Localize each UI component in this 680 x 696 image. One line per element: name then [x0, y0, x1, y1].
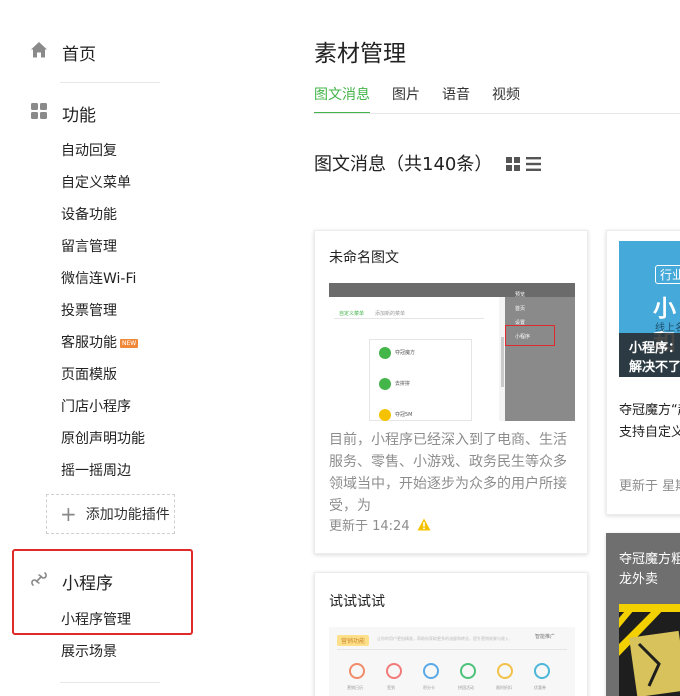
sidebar-item-page-template[interactable]: 页面模版 [61, 365, 117, 385]
new-badge: NEW [120, 339, 139, 348]
sidebar: 首页 功能 自动回复 自定义菜单 设备功能 留言管理 微信连Wi-Fi 投票管理… [0, 0, 290, 696]
sidebar-item-display-scenes[interactable]: 展示场景 [61, 642, 117, 662]
sidebar-section-functions-label: 功能 [62, 105, 96, 126]
card-title: 夺冠魔方粗 [619, 552, 680, 567]
grid-icon [30, 102, 48, 124]
sidebar-item-wifi[interactable]: 微信连Wi-Fi [61, 269, 136, 289]
tab-audio[interactable]: 语音 [442, 86, 470, 114]
card-banner: 行业 小和 线上名 小程序： 解决不了 [619, 241, 680, 377]
card-title-line-2: 支持自定义 [619, 425, 680, 440]
article-card[interactable]: 行业 小和 线上名 小程序： 解决不了 夺冠魔方“超 支持自定义 更新于 星期 [606, 230, 680, 515]
add-plugin-button[interactable]: + 添加功能插件 [46, 494, 175, 534]
list-title: 图文消息（共140条） [314, 154, 493, 175]
sidebar-item-auto-reply[interactable]: 自动回复 [61, 141, 117, 161]
article-card[interactable]: 未命名图文 自定义菜单 添加新的菜单 夺冠魔方 去拼拼 夺冠5M 预览 首页 设… [314, 230, 588, 554]
card-meta: 更新于 14:24 [329, 515, 431, 534]
article-card[interactable]: 试试试试 营销功能 让你的用户更加精准，帮助你获取更多的流量和转化，提升营销效果… [314, 572, 588, 696]
sidebar-item-store-miniprogram[interactable]: 门店小程序 [61, 397, 131, 417]
article-card[interactable]: 夺冠魔方粗 龙外卖 [606, 533, 680, 696]
sidebar-item-original-declaration[interactable]: 原创声明功能 [61, 429, 145, 449]
sidebar-section-functions[interactable]: 功能 [30, 100, 96, 126]
sidebar-item-vote[interactable]: 投票管理 [61, 301, 117, 321]
card-thumbnail: 营销功能 让你的用户更加精准，帮助你获取更多的流量和转化，提升营销效果与收入 智… [329, 627, 575, 696]
card-title-line-2: 龙外卖 [619, 572, 659, 587]
sidebar-item-comments[interactable]: 留言管理 [61, 237, 117, 257]
sidebar-item-custom-menu[interactable]: 自定义菜单 [61, 173, 131, 193]
card-digest: 目前，小程序已经深入到了电商、生活服务、零售、小游戏、政务民生等众多领域当中，开… [329, 432, 567, 514]
card-updated: 更新于 14:24 [329, 519, 410, 534]
sidebar-item-device[interactable]: 设备功能 [61, 205, 117, 225]
material-tabs: 图文消息 图片 语音 视频 [314, 86, 542, 114]
sidebar-item-customer-service[interactable]: 客服功能 NEW [61, 333, 139, 353]
sidebar-item-home[interactable]: 首页 [30, 38, 96, 66]
divider [60, 682, 160, 683]
home-icon [30, 41, 48, 63]
card-title: 试试试试 [329, 594, 385, 610]
view-toggle [506, 156, 541, 175]
list-view-icon[interactable] [526, 156, 541, 175]
sidebar-item-home-label: 首页 [62, 44, 96, 65]
card-thumbnail: 自定义菜单 添加新的菜单 夺冠魔方 去拼拼 夺冠5M 预览 首页 设置 小程序 [329, 283, 575, 421]
page-title: 素材管理 [314, 41, 406, 67]
grid-view-icon[interactable] [506, 156, 520, 175]
divider [60, 82, 160, 83]
card-updated: 更新于 星期 [619, 479, 680, 494]
plus-icon: + [60, 502, 77, 526]
divider [314, 113, 680, 114]
sidebar-item-shake[interactable]: 摇一摇周边 [61, 461, 131, 481]
sidebar-item-customer-service-label: 客服功能 [61, 335, 117, 351]
card-title: 夺冠魔方“超 [619, 403, 680, 418]
card-cover-image [619, 604, 680, 696]
tab-articles[interactable]: 图文消息 [314, 86, 370, 114]
tab-video[interactable]: 视频 [492, 86, 520, 114]
highlight-box [12, 549, 193, 635]
card-title: 未命名图文 [329, 250, 399, 266]
tab-images[interactable]: 图片 [392, 86, 420, 114]
add-plugin-label: 添加功能插件 [85, 507, 170, 523]
warning-icon[interactable] [417, 518, 431, 531]
